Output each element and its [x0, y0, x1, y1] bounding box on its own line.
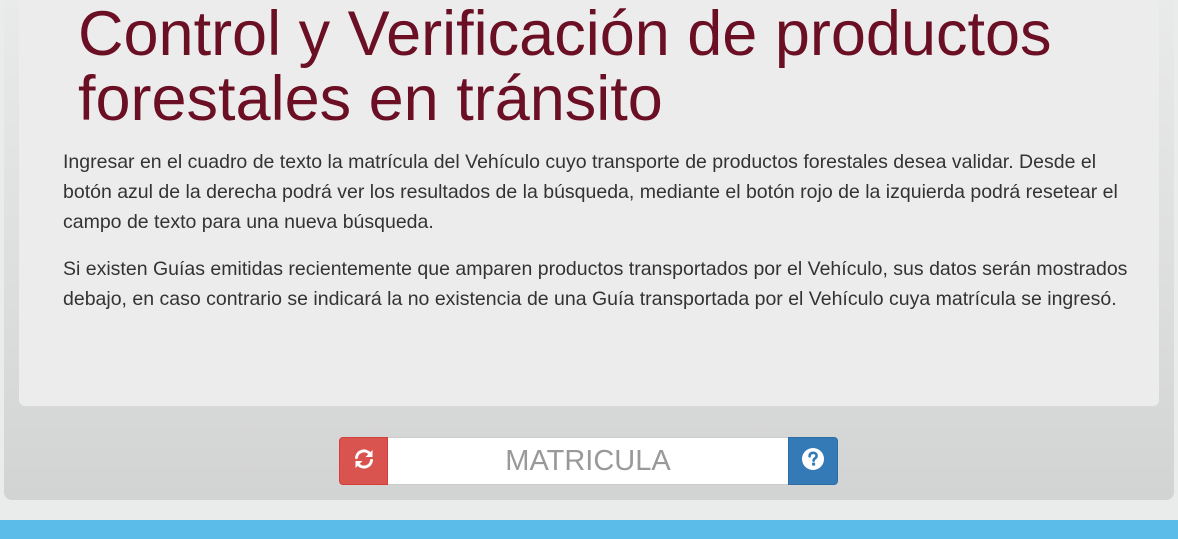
instructions-paragraph: Ingresar en el cuadro de texto la matríc…	[63, 151, 1118, 233]
refresh-icon	[352, 447, 376, 476]
results-info-paragraph: Si existen Guías emitidas recientemente …	[63, 258, 1128, 310]
question-circle-icon	[801, 447, 825, 476]
footer-bar	[0, 520, 1178, 539]
search-help-button[interactable]	[788, 437, 838, 485]
page: Control y Verificación de productos fore…	[0, 0, 1178, 539]
search-input-group	[339, 437, 838, 485]
matricula-input[interactable]	[388, 437, 788, 485]
page-title: Control y Verificación de productos fore…	[78, 0, 1052, 134]
reset-button[interactable]	[339, 437, 388, 485]
